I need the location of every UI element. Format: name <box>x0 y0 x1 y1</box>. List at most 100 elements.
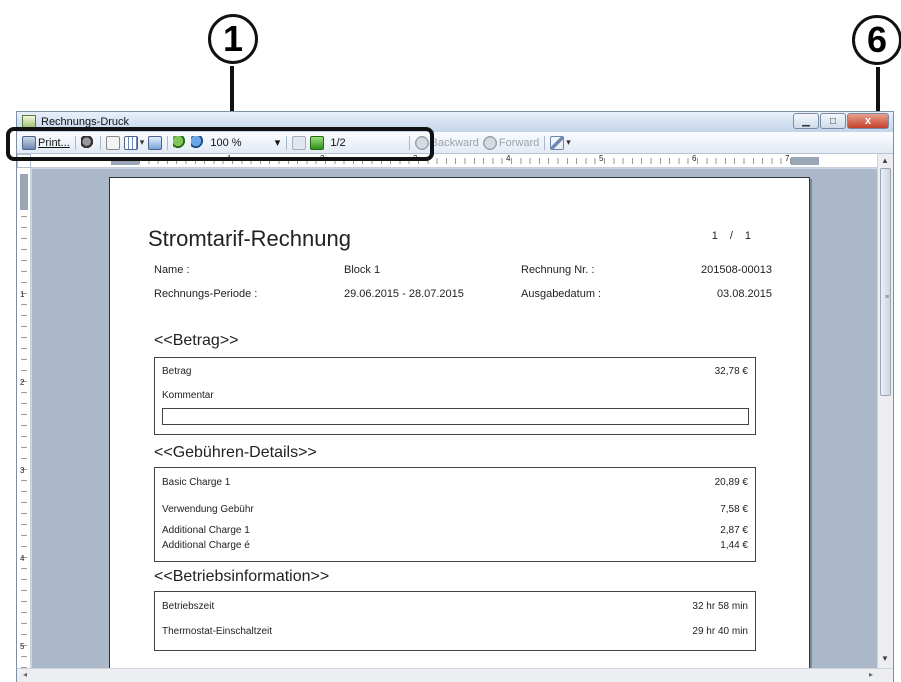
single-page-button[interactable] <box>104 134 122 152</box>
scroll-thumb[interactable]: ≡ <box>880 168 891 396</box>
scroll-down-icon[interactable]: ▼ <box>881 654 889 663</box>
toolbar-separator <box>99 135 101 150</box>
window-title: Rechnungs-Druck <box>41 116 130 128</box>
multi-page-button[interactable]: ▾ <box>122 134 147 152</box>
table-row: Additional Charge é 1,44 € <box>162 540 748 554</box>
issue-date-value: 03.08.2015 <box>716 288 772 300</box>
zoom-value: 100 % <box>210 136 242 149</box>
toolbar-separator <box>286 135 288 150</box>
name-value: Block 1 <box>344 264 381 276</box>
ruler-number: 2 <box>320 154 325 163</box>
charge-label: Basic Charge 1 <box>162 477 231 488</box>
forward-icon <box>482 135 497 150</box>
comment-field <box>162 408 749 425</box>
find-button[interactable] <box>79 134 97 152</box>
operation-label: Thermostat-Einschaltzeit <box>162 626 273 637</box>
document-title: Stromtarif-Rechnung <box>148 226 351 251</box>
zoom-select[interactable]: 100 % ▾ <box>207 135 283 151</box>
app-icon[interactable] <box>22 115 36 129</box>
print-label: Print... <box>38 136 70 149</box>
zoom-in-button[interactable] <box>171 134 189 152</box>
screenshot-stage: 1 6 Rechnungs-Druck ▁ □ x Print... ▾ 100… <box>0 0 901 682</box>
ruler-number: 4 <box>506 154 511 163</box>
forward-button[interactable]: Forward <box>481 134 541 152</box>
name-label: Name : <box>154 264 190 276</box>
ruler-margin-left <box>111 157 139 165</box>
betrieb-box: Betriebszeit 32 hr 58 min Thermostat-Ein… <box>154 591 756 651</box>
scroll-left-icon[interactable]: ◂ <box>23 670 27 679</box>
page-total: 1 <box>744 230 751 242</box>
table-row: Basic Charge 1 20,89 € <box>162 477 748 491</box>
next-page-button[interactable]: 1/2 <box>308 134 347 152</box>
edit-button[interactable]: ▾ <box>548 134 573 152</box>
scroll-right-icon[interactable]: ▸ <box>869 670 873 679</box>
forward-label: Forward <box>498 136 540 149</box>
page-layout-button[interactable] <box>146 134 164 152</box>
ruler-number: 5 <box>20 642 25 651</box>
ruler-number: 1 <box>20 290 25 299</box>
previous-page-icon <box>292 135 307 150</box>
chevron-down-icon: ▾ <box>139 137 145 147</box>
zoom-out-button[interactable] <box>189 134 207 152</box>
preview-viewport[interactable]: Stromtarif-Rechnung 1 / 1 Name : Block 1… <box>32 169 877 668</box>
table-row: Additional Charge 1 2,87 € <box>162 525 748 539</box>
callout-number: 6 <box>866 19 888 60</box>
charge-label: Verwendung Gebühr <box>162 504 254 515</box>
ruler-margin-right <box>791 157 819 165</box>
page-current: 1 <box>711 230 718 242</box>
charge-value: 7,58 € <box>720 504 748 515</box>
ruler-number: 1 <box>227 154 232 163</box>
ruler-number: 7 <box>785 154 790 163</box>
toolbar-separator <box>408 135 410 150</box>
vertical-scrollbar[interactable]: ▲ ≡ ▼ <box>877 154 893 668</box>
multi-page-icon <box>123 135 138 150</box>
betrieb-heading: <<Betriebsinformation>> <box>154 568 330 585</box>
maximize-button[interactable]: □ <box>820 113 846 129</box>
callout-marker-6: 6 <box>852 15 901 65</box>
comment-row: Kommentar <box>162 390 748 404</box>
callout-number: 1 <box>222 18 244 59</box>
invoice-number-label: Rechnung Nr. : <box>521 264 595 276</box>
betrag-box: Betrag 32,78 € Kommentar <box>154 357 756 435</box>
betrag-value: 32,78 € <box>714 366 748 377</box>
toolbar-separator <box>74 135 76 150</box>
toolbar: Print... ▾ 100 % ▾ 1/2 Backward Forward … <box>17 132 893 154</box>
charge-value: 1,44 € <box>720 540 748 551</box>
previous-page-button[interactable] <box>290 134 308 152</box>
next-page-icon <box>310 135 325 150</box>
binoculars-icon <box>80 135 95 150</box>
toolbar-separator <box>544 135 546 150</box>
issue-date-label: Ausgabedatum : <box>521 288 602 300</box>
gebuehren-heading: <<Gebühren-Details>> <box>154 444 317 461</box>
comment-label: Kommentar <box>162 390 214 401</box>
betrag-label: Betrag <box>162 366 192 377</box>
operation-label: Betriebszeit <box>162 601 215 612</box>
print-button[interactable]: Print... <box>20 134 72 152</box>
ruler-number: 6 <box>692 154 697 163</box>
minimize-button[interactable]: ▁ <box>793 113 819 129</box>
charge-label: Additional Charge 1 <box>162 525 250 536</box>
chevron-down-icon: ▾ <box>274 137 281 149</box>
zoom-in-icon <box>173 135 188 150</box>
backward-icon <box>414 135 429 150</box>
backward-label: Backward <box>430 136 479 149</box>
operation-value: 32 hr 58 min <box>692 601 748 612</box>
horizontal-ruler: 1 2 3 4 5 6 7 <box>31 154 877 168</box>
edit-icon <box>550 135 565 150</box>
horizontal-scrollbar[interactable]: ◂ ▸ <box>17 668 893 682</box>
charge-label: Additional Charge é <box>162 540 250 551</box>
page-separator: / <box>729 230 733 242</box>
print-preview-window: Rechnungs-Druck ▁ □ x Print... ▾ 100 % ▾… <box>16 111 894 682</box>
scroll-up-icon[interactable]: ▲ <box>881 156 889 165</box>
ruler-number: 5 <box>599 154 604 163</box>
info-row-2: Rechnungs-Periode : 29.06.2015 - 28.07.2… <box>154 288 772 302</box>
operation-value: 29 hr 40 min <box>692 626 748 637</box>
ruler-number: 3 <box>413 154 418 163</box>
page-counter: 1 / 1 <box>712 230 751 242</box>
charge-value: 20,89 € <box>714 477 748 488</box>
title-bar[interactable]: Rechnungs-Druck ▁ □ x <box>17 112 893 132</box>
betrag-heading: <<Betrag>> <box>154 332 239 349</box>
close-button[interactable]: x <box>847 113 889 129</box>
backward-button[interactable]: Backward <box>413 134 481 152</box>
ruler-number: 4 <box>20 554 25 563</box>
